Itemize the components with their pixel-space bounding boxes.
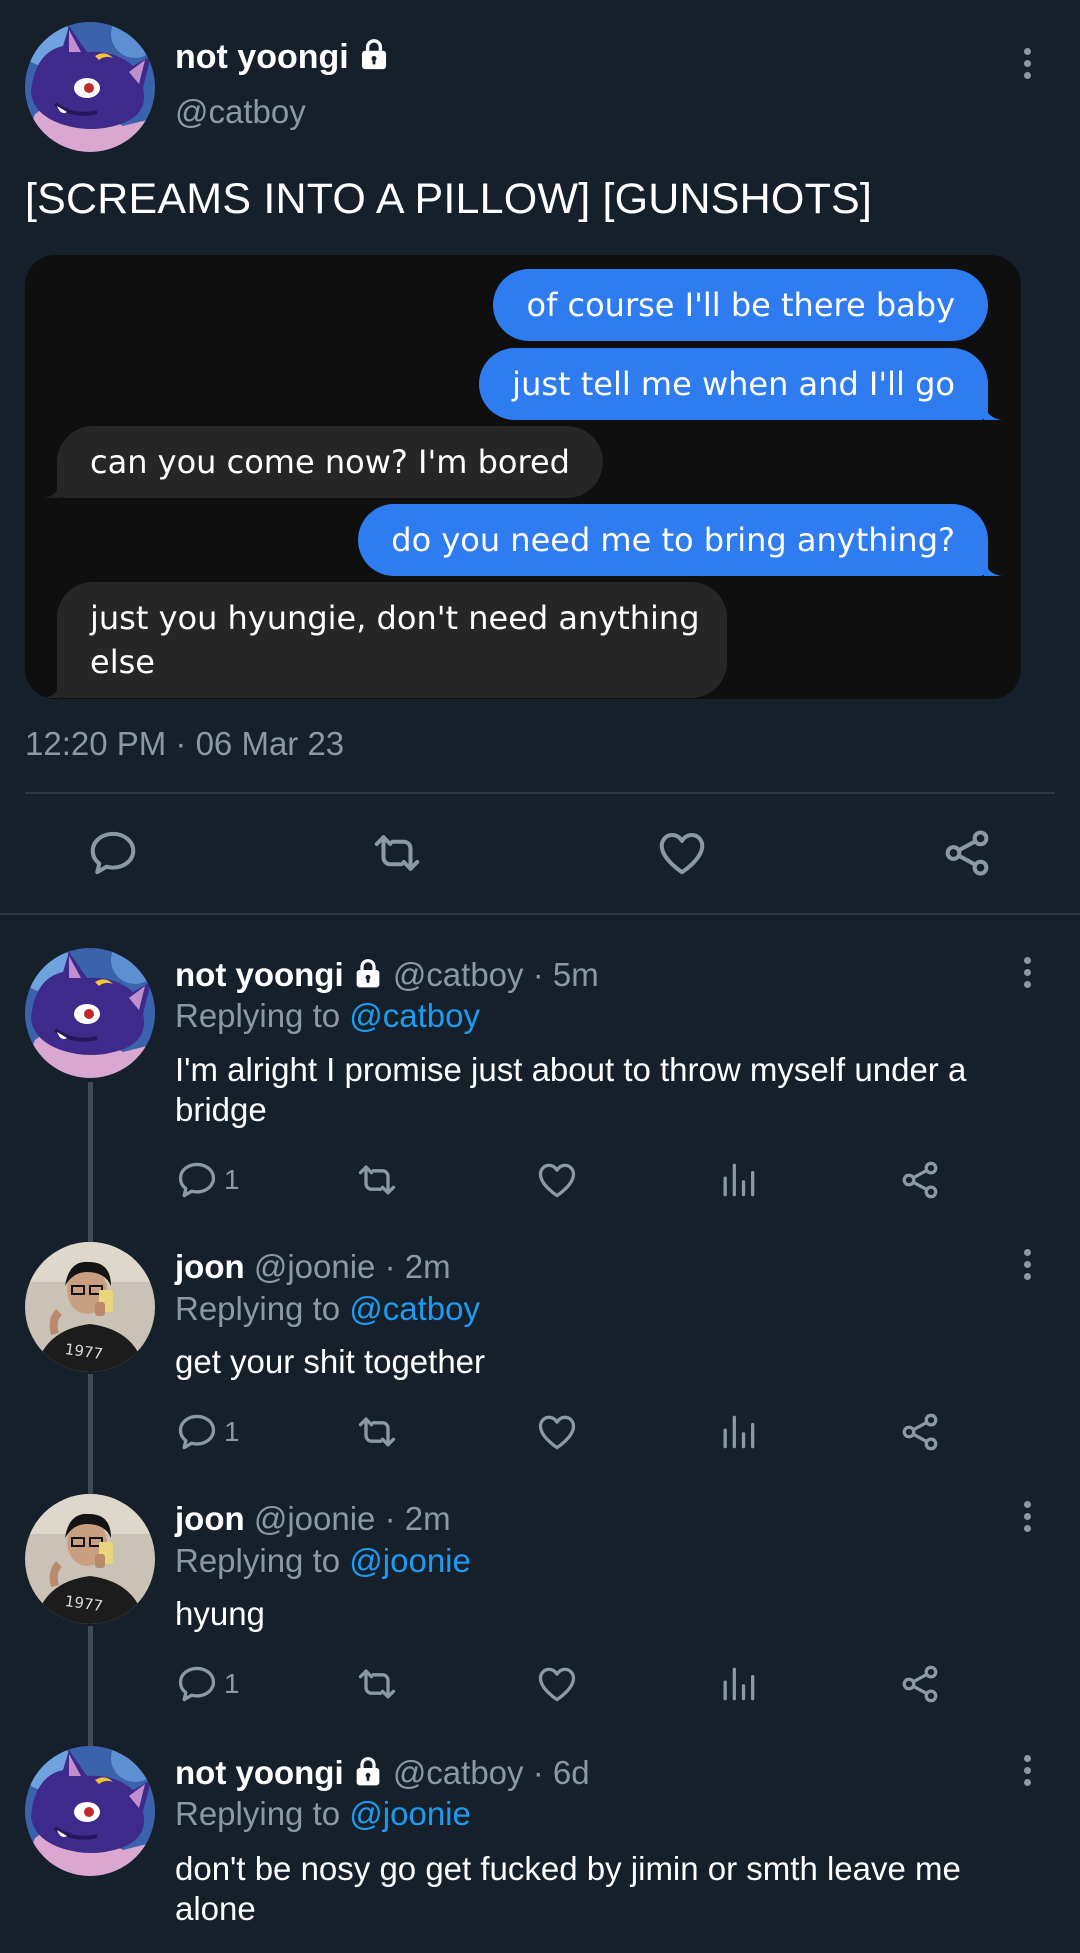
reply-author[interactable]: joon @joonie · 2m — [175, 1248, 451, 1286]
message-bubble: just tell me when and I'll go — [479, 348, 1002, 420]
message-text: else — [90, 643, 155, 681]
reply-text-line: get your shit together — [175, 1343, 486, 1380]
reply-author[interactable]: joon @joonie · 2m — [175, 1500, 451, 1538]
more-options-icon[interactable] — [1017, 1501, 1037, 1537]
reply-icon[interactable] — [175, 1158, 219, 1202]
reply-count: 1 — [224, 1668, 240, 1699]
message-text: of course I'll be there baby — [526, 286, 955, 324]
thread-line — [88, 1626, 93, 1746]
lock-icon — [357, 38, 391, 72]
author-handle[interactable]: @catboy — [175, 93, 306, 131]
reply-author-name: joon — [175, 1248, 245, 1285]
retweet-icon[interactable] — [355, 1158, 399, 1202]
mention-link[interactable]: @joonie — [349, 1542, 471, 1579]
analytics-icon[interactable] — [716, 1410, 760, 1454]
message-text: just tell me when and I'll go — [512, 365, 955, 403]
like-icon[interactable] — [535, 1410, 579, 1454]
message-bubble: do you need me to bring anything? — [358, 504, 1002, 576]
retweet-icon[interactable] — [355, 1662, 399, 1706]
avatar[interactable] — [25, 1746, 155, 1876]
reply-meta: @joonie · 2m — [253, 1248, 451, 1285]
reply-author-name: not yoongi — [175, 1754, 344, 1791]
reply-author[interactable]: not yoongi @catboy · 6d — [175, 1754, 590, 1792]
more-options-icon[interactable] — [1017, 1249, 1037, 1285]
message-bubble: just you hyungie, don't need anything el… — [43, 582, 727, 698]
replying-to-label: Replying to — [175, 997, 341, 1034]
reply-count: 1 — [224, 1164, 240, 1195]
more-options-icon[interactable] — [1017, 1755, 1037, 1791]
reply-icon[interactable] — [175, 1662, 219, 1706]
reply-text-line: hyung — [175, 1595, 265, 1632]
replying-to-label: Replying to — [175, 1290, 341, 1327]
mention-link[interactable]: @catboy — [349, 997, 480, 1034]
lock-icon — [352, 958, 384, 990]
share-icon[interactable] — [898, 1410, 942, 1454]
reply-author-name: joon — [175, 1500, 245, 1537]
divider — [0, 913, 1080, 915]
reply-meta: @catboy · 5m — [392, 956, 599, 993]
lock-icon — [352, 1756, 384, 1788]
replying-to: Replying to @joonie — [175, 1542, 471, 1580]
reply-text: hyung — [175, 1594, 1035, 1634]
avatar[interactable] — [25, 22, 155, 152]
thread-line — [88, 1082, 93, 1242]
reply-text-line: bridge — [175, 1091, 267, 1128]
reply-count: 1 — [224, 1416, 240, 1447]
retweet-icon[interactable] — [355, 1410, 399, 1454]
replying-to: Replying to @catboy — [175, 1290, 480, 1328]
reply-meta: @catboy · 6d — [392, 1754, 590, 1791]
reply-icon[interactable] — [86, 826, 140, 880]
share-icon[interactable] — [898, 1158, 942, 1202]
thread-line — [88, 1374, 93, 1494]
replying-to-label: Replying to — [175, 1795, 341, 1832]
reply-text: I'm alright I promise just about to thro… — [175, 1050, 1035, 1130]
message-bubble: of course I'll be there baby — [493, 269, 988, 341]
message-text: can you come now? I'm bored — [90, 443, 570, 481]
reply-text: get your shit together — [175, 1342, 1035, 1382]
avatar[interactable] — [25, 1494, 155, 1624]
divider — [25, 792, 1055, 794]
message-bubble: can you come now? I'm bored — [43, 426, 603, 498]
tweet-timestamp[interactable]: 12:20 PM · 06 Mar 23 — [25, 725, 344, 763]
reply-text-line: I'm alright I promise just about to thro… — [175, 1051, 967, 1088]
like-icon[interactable] — [655, 826, 709, 880]
reply-author-name: not yoongi — [175, 956, 344, 993]
analytics-icon[interactable] — [716, 1158, 760, 1202]
author-name-text: not yoongi — [175, 38, 349, 76]
analytics-icon[interactable] — [716, 1662, 760, 1706]
replying-to-label: Replying to — [175, 1542, 341, 1579]
tweet-text: [SCREAMS INTO A PILLOW] [GUNSHOTS] — [25, 175, 873, 223]
more-options-icon[interactable] — [1017, 48, 1037, 84]
share-icon[interactable] — [940, 826, 994, 880]
mention-link[interactable]: @catboy — [349, 1290, 480, 1327]
mention-link[interactable]: @joonie — [349, 1795, 471, 1832]
like-icon[interactable] — [535, 1662, 579, 1706]
chat-screenshot-image[interactable]: of course I'll be there baby just tell m… — [25, 255, 1021, 699]
message-text: do you need me to bring anything? — [391, 521, 955, 559]
reply-icon[interactable] — [175, 1410, 219, 1454]
replying-to: Replying to @joonie — [175, 1795, 471, 1833]
replying-to: Replying to @catboy — [175, 997, 480, 1035]
more-options-icon[interactable] — [1017, 957, 1037, 993]
reply-meta: @joonie · 2m — [253, 1500, 451, 1537]
like-icon[interactable] — [535, 1158, 579, 1202]
reply-text-line: don't be nosy go get fucked by jimin or … — [175, 1850, 961, 1887]
reply-text: don't be nosy go get fucked by jimin or … — [175, 1849, 1035, 1929]
author-name[interactable]: not yoongi — [175, 38, 391, 77]
avatar[interactable] — [25, 1242, 155, 1372]
reply-text-line: alone — [175, 1890, 256, 1927]
avatar[interactable] — [25, 948, 155, 1078]
reply-author[interactable]: not yoongi @catboy · 5m — [175, 956, 599, 994]
share-icon[interactable] — [898, 1662, 942, 1706]
retweet-icon[interactable] — [370, 826, 424, 880]
message-text: just you hyungie, don't need anything — [90, 599, 700, 637]
